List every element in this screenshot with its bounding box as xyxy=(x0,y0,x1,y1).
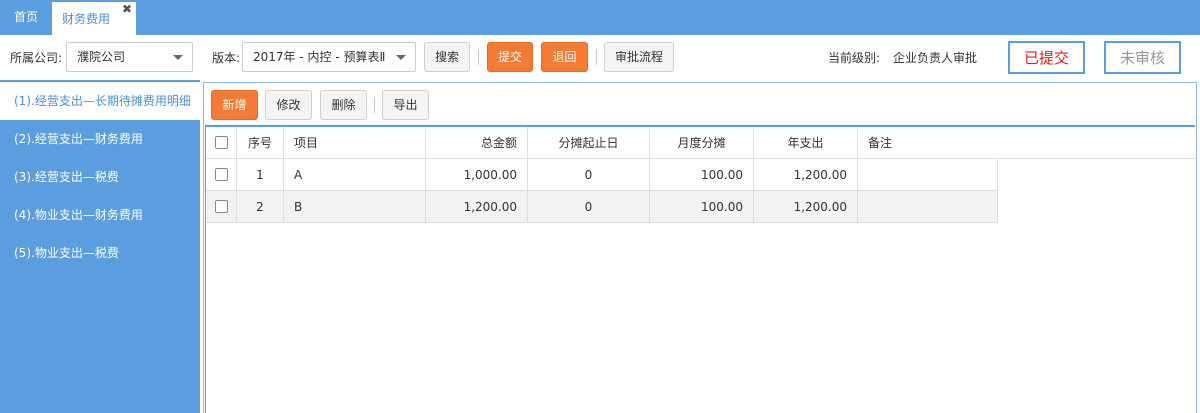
divider xyxy=(478,49,479,65)
action-toolbar: 新增 修改 删除 导出 xyxy=(204,83,1196,125)
row-checkbox[interactable] xyxy=(214,200,228,213)
tab-finance-expense[interactable]: 财务费用 ✖ xyxy=(52,0,136,35)
submit-button[interactable]: 提交 xyxy=(487,42,533,72)
tab-finance-expense-label: 财务费用 xyxy=(62,12,111,26)
close-icon[interactable]: ✖ xyxy=(122,2,132,16)
sidebar-item-operating-finance[interactable]: (2).经营支出—财务费用 xyxy=(0,120,200,158)
cell-no: 2 xyxy=(237,191,284,223)
cell-period: 0 xyxy=(528,159,650,191)
approval-flow-button[interactable]: 审批流程 xyxy=(604,42,674,72)
table-header-row: 序号 项目 总金额 分摊起止日 月度分摊 年支出 备注 xyxy=(206,127,1196,159)
company-label: 所属公司: xyxy=(10,51,63,65)
content-panel: 新增 修改 删除 导出 序号 项目 总金额 分摊起止日 月度分摊 年支出 备注 … xyxy=(203,82,1197,413)
sidebar-item-label: (3).经营支出—税费 xyxy=(14,170,119,184)
cell-remark xyxy=(858,159,998,191)
status-submitted-badge: 已提交 xyxy=(1008,41,1085,74)
version-select-value: 2017年 - 内控 - 预算表Ⅱ xyxy=(253,50,386,64)
sidebar-item-label: (5).物业支出—税费 xyxy=(14,246,119,260)
chevron-down-icon xyxy=(396,55,406,60)
current-level-value: 企业负责人审批 xyxy=(893,51,978,65)
return-button[interactable]: 退回 xyxy=(541,42,588,72)
col-header-annual[interactable]: 年支出 xyxy=(754,127,858,159)
export-button[interactable]: 导出 xyxy=(382,90,429,120)
col-header-period[interactable]: 分摊起止日 xyxy=(528,127,650,159)
divider xyxy=(374,97,375,113)
cell-period: 0 xyxy=(528,191,650,223)
sidebar-item-property-tax[interactable]: (5).物业支出—税费 xyxy=(0,234,200,272)
sidebar: (1).经营支出—长期待摊费用明细 (2).经营支出—财务费用 (3).经营支出… xyxy=(0,80,200,413)
edit-button[interactable]: 修改 xyxy=(265,90,312,120)
sidebar-item-label: (1).经营支出—长期待摊费用明细 xyxy=(14,94,191,108)
status-unreviewed-badge: 未审核 xyxy=(1104,41,1181,74)
cell-remark xyxy=(858,191,998,223)
cell-monthly: 100.00 xyxy=(650,191,754,223)
col-header-remark[interactable]: 备注 xyxy=(858,127,1196,159)
col-header-no[interactable]: 序号 xyxy=(237,127,284,159)
tab-home[interactable]: 首页 xyxy=(0,0,52,35)
col-header-total[interactable]: 总金额 xyxy=(426,127,528,159)
version-label: 版本: xyxy=(212,51,241,65)
sidebar-item-long-term-prepaid[interactable]: (1).经营支出—长期待摊费用明细 xyxy=(0,82,200,120)
current-level-label: 当前级别: xyxy=(828,51,881,65)
cell-monthly: 100.00 xyxy=(650,159,754,191)
select-all-cell xyxy=(206,127,237,159)
col-header-item[interactable]: 项目 xyxy=(284,127,426,159)
cell-item: A xyxy=(284,159,426,191)
sidebar-item-operating-tax[interactable]: (3).经营支出—税费 xyxy=(0,158,200,196)
divider xyxy=(596,49,597,65)
table-row[interactable]: 2 B 1,200.00 0 100.00 1,200.00 xyxy=(206,191,998,223)
delete-button[interactable]: 删除 xyxy=(320,90,367,120)
table-row[interactable]: 1 A 1,000.00 0 100.00 1,200.00 xyxy=(206,159,998,191)
row-select-cell xyxy=(206,159,237,191)
cell-total: 1,200.00 xyxy=(426,191,528,223)
data-table: 序号 项目 总金额 分摊起止日 月度分摊 年支出 备注 1 A 1,000.00… xyxy=(205,125,1196,413)
filter-toolbar: 所属公司: 濮院公司 版本: 2017年 - 内控 - 预算表Ⅱ 搜索 提交 退… xyxy=(0,35,1200,80)
select-all-checkbox[interactable] xyxy=(214,136,228,149)
search-button[interactable]: 搜索 xyxy=(424,42,470,72)
sidebar-item-label: (4).物业支出—财务费用 xyxy=(14,208,143,222)
col-header-monthly[interactable]: 月度分摊 xyxy=(650,127,754,159)
tab-bar: 首页 财务费用 ✖ xyxy=(0,0,1200,35)
company-select[interactable]: 濮院公司 xyxy=(66,42,193,72)
cell-item: B xyxy=(284,191,426,223)
version-select[interactable]: 2017年 - 内控 - 预算表Ⅱ xyxy=(242,42,416,72)
chevron-down-icon xyxy=(173,55,183,60)
cell-annual: 1,200.00 xyxy=(754,159,858,191)
cell-annual: 1,200.00 xyxy=(754,191,858,223)
row-select-cell xyxy=(206,191,237,223)
company-select-value: 濮院公司 xyxy=(77,50,126,64)
sidebar-item-property-finance[interactable]: (4).物业支出—财务费用 xyxy=(0,196,200,234)
add-button[interactable]: 新增 xyxy=(211,90,258,120)
sidebar-item-label: (2).经营支出—财务费用 xyxy=(14,132,143,146)
cell-total: 1,000.00 xyxy=(426,159,528,191)
row-checkbox[interactable] xyxy=(214,168,228,181)
cell-no: 1 xyxy=(237,159,284,191)
